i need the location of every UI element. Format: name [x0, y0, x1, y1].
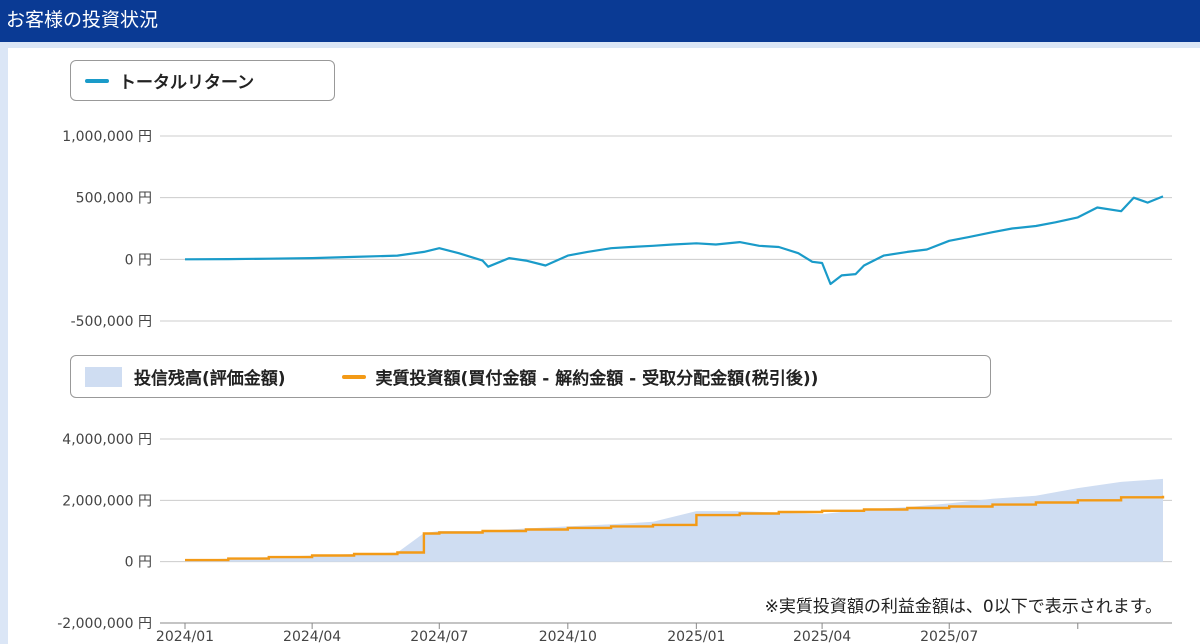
series-line-total-return [184, 195, 1164, 286]
x-tick-label: 2024/01 [156, 629, 214, 644]
legend-label-total-return: トータルリターン [119, 73, 255, 93]
legend-swatch-invested [341, 374, 366, 379]
y-tick-label-top: 500,000 円 [76, 191, 152, 207]
y-tick-label-top: -500,000 円 [71, 314, 152, 330]
x-tick-label: 2024/04 [283, 629, 341, 644]
x-tick-label: 2025/01 [667, 629, 725, 644]
legend-bottom: 投信残高(評価金額) 実質投資額(買付金額 - 解約金額 - 受取分配金額(税引… [70, 355, 991, 398]
legend-label-balance: 投信残高(評価金額) [134, 369, 286, 389]
legend-item-total-return[interactable]: トータルリターン [85, 68, 254, 93]
y-tick-label-bottom: 0 円 [125, 555, 152, 571]
legend-swatch-balance [85, 366, 122, 387]
legend-top: トータルリターン [70, 60, 335, 101]
x-tick-label: 2024/07 [410, 629, 468, 644]
x-tick-label: 2024/10 [539, 629, 597, 644]
y-tick-label-top: 0 円 [125, 252, 152, 268]
legend-label-invested: 実質投資額(買付金額 - 解約金額 - 受取分配金額(税引後)) [375, 369, 819, 389]
series-area-balance [185, 478, 1163, 562]
footnote: ※実質投資額の利益金額は、0以下で表示されます。 [764, 597, 1162, 617]
x-tick-label: 2025/07 [920, 629, 978, 644]
y-tick-label-bottom: -2,000,000 円 [57, 616, 152, 632]
legend-swatch-total-return [85, 78, 109, 83]
y-tick-label-top: 1,000,000 円 [62, 129, 152, 145]
legend-item-invested[interactable]: 実質投資額(買付金額 - 解約金額 - 受取分配金額(税引後)) [341, 364, 819, 389]
y-tick-label-bottom: 2,000,000 円 [62, 493, 152, 509]
x-tick-label: 2025/04 [793, 629, 851, 644]
legend-item-balance[interactable]: 投信残高(評価金額) [85, 364, 286, 389]
y-tick-label-bottom: 4,000,000 円 [62, 432, 152, 448]
